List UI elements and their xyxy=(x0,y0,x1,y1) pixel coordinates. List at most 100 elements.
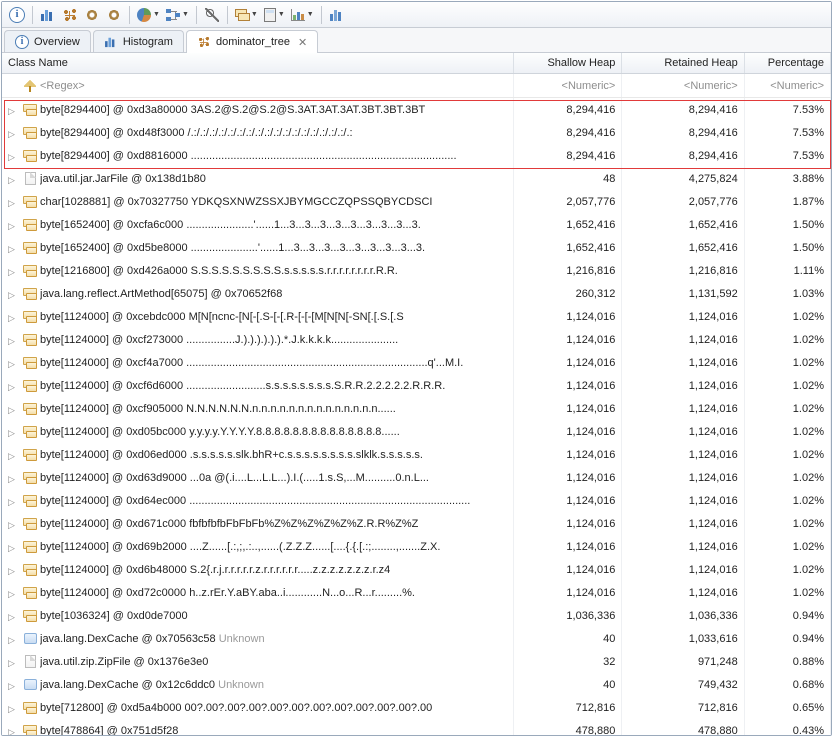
expand-icon[interactable] xyxy=(8,680,18,690)
gear-button[interactable] xyxy=(103,5,125,25)
pie-dropdown[interactable]: ▼ xyxy=(134,5,163,25)
table-row[interactable]: java.lang.DexCache @ 0x12c6ddc0 Unknown4… xyxy=(2,673,831,696)
table-row[interactable]: byte[1124000] @ 0xd72c0000 h..z.rEr.Y.aB… xyxy=(2,581,831,604)
expand-icon[interactable] xyxy=(8,243,18,253)
table-row[interactable]: byte[712800] @ 0xd5a4b000 00?.00?.00?.00… xyxy=(2,696,831,719)
table-row[interactable]: byte[1124000] @ 0xcf905000 N.N.N.N.N.N.n… xyxy=(2,397,831,420)
table-row[interactable]: char[1028881] @ 0x70327750 YDKQSXNWZSSXJ… xyxy=(2,190,831,213)
expand-icon[interactable] xyxy=(8,220,18,230)
table-row[interactable]: byte[8294400] @ 0xd8816000 .............… xyxy=(2,144,831,167)
percentage-cell: 1.02% xyxy=(744,489,830,512)
flow-dropdown[interactable]: ▼ xyxy=(163,5,192,25)
percentage-cell: 1.02% xyxy=(744,397,830,420)
table-row[interactable]: byte[1124000] @ 0xd6b48000 S.2{.r.j.r.r.… xyxy=(2,558,831,581)
expand-icon[interactable] xyxy=(8,358,18,368)
tab-histogram[interactable]: Histogram xyxy=(93,30,184,52)
table-row[interactable]: byte[1124000] @ 0xcebdc000 M[N[ncnc-[N[-… xyxy=(2,305,831,328)
expand-icon[interactable] xyxy=(8,473,18,483)
expand-icon[interactable] xyxy=(8,151,18,161)
table-row[interactable]: byte[8294400] @ 0xd48f3000 /.:/.:/.:/.:/… xyxy=(2,121,831,144)
table-row[interactable]: java.util.jar.JarFile @ 0x138d1b80484,27… xyxy=(2,167,831,190)
table-row[interactable]: byte[1652400] @ 0xd5be8000 .............… xyxy=(2,236,831,259)
expand-icon[interactable] xyxy=(8,565,18,575)
col-class-name[interactable]: Class Name xyxy=(2,53,514,74)
retained-cell: 8,294,416 xyxy=(622,121,744,144)
expand-icon[interactable] xyxy=(8,588,18,598)
expand-icon[interactable] xyxy=(8,105,18,115)
tab-label: dominator_tree xyxy=(216,36,290,48)
dominator-tree-table[interactable]: Class Name Shallow Heap Retained Heap Pe… xyxy=(2,53,831,735)
stack-dropdown[interactable]: ▼ xyxy=(232,5,261,25)
arr-icon xyxy=(22,402,38,416)
tab-label: Histogram xyxy=(123,36,173,48)
table-row[interactable]: byte[1652400] @ 0xcfa6c000 .............… xyxy=(2,213,831,236)
expand-icon[interactable] xyxy=(8,519,18,529)
expand-icon[interactable] xyxy=(8,174,18,184)
table-row[interactable]: byte[1124000] @ 0xd63d9000 ...0a @(.i...… xyxy=(2,466,831,489)
table-row[interactable]: byte[1124000] @ 0xd64ec000 .............… xyxy=(2,489,831,512)
tree-button[interactable] xyxy=(59,5,81,25)
table-row[interactable]: byte[1036324] @ 0xd0de70001,036,3361,036… xyxy=(2,604,831,627)
filter-numeric[interactable]: <Numeric> xyxy=(514,74,622,98)
expand-icon[interactable] xyxy=(8,726,18,736)
expand-icon[interactable] xyxy=(8,450,18,460)
percentage-cell: 1.02% xyxy=(744,512,830,535)
tab-dominator-tree[interactable]: dominator_tree ✕ xyxy=(186,30,318,53)
filter-regex-input[interactable]: <Regex> xyxy=(40,80,85,92)
search-button[interactable] xyxy=(201,5,223,25)
shallow-cell: 1,124,016 xyxy=(514,512,622,535)
table-row[interactable]: byte[1124000] @ 0xd69b2000 ....Z......[.… xyxy=(2,535,831,558)
table-row[interactable]: byte[1124000] @ 0xd671c000 fbfbfbfbFbFbF… xyxy=(2,512,831,535)
expand-icon[interactable] xyxy=(8,404,18,414)
expand-icon[interactable] xyxy=(8,542,18,552)
histogram-button[interactable] xyxy=(37,5,59,25)
table-row[interactable]: byte[1124000] @ 0xcf6d6000 .............… xyxy=(2,374,831,397)
row-name-text: byte[1652400] @ 0xd5be8000 .............… xyxy=(40,242,507,254)
table-row[interactable]: byte[478864] @ 0x751d5f28478,880478,8800… xyxy=(2,719,831,735)
table-row[interactable]: byte[1124000] @ 0xcf4a7000 .............… xyxy=(2,351,831,374)
filter-numeric[interactable]: <Numeric> xyxy=(622,74,744,98)
close-icon[interactable]: ✕ xyxy=(298,36,307,49)
filter-numeric[interactable]: <Numeric> xyxy=(744,74,830,98)
chart-dropdown[interactable]: ▼ xyxy=(288,5,317,25)
col-shallow-heap[interactable]: Shallow Heap xyxy=(514,53,622,74)
expand-icon[interactable] xyxy=(8,335,18,345)
table-row[interactable]: byte[8294400] @ 0xd3a80000 3AS.2@S.2@S.2… xyxy=(2,98,831,122)
info-button[interactable]: i xyxy=(6,5,28,25)
table-row[interactable]: java.lang.reflect.ArtMethod[65075] @ 0x7… xyxy=(2,282,831,305)
class-icon xyxy=(22,678,38,692)
expand-icon[interactable] xyxy=(8,289,18,299)
expand-icon[interactable] xyxy=(8,312,18,322)
compare-button[interactable] xyxy=(326,5,348,25)
table-row[interactable]: java.lang.DexCache @ 0x70563c58 Unknown4… xyxy=(2,627,831,650)
expand-icon[interactable] xyxy=(8,381,18,391)
expand-icon[interactable] xyxy=(8,197,18,207)
expand-icon[interactable] xyxy=(8,703,18,713)
tab-overview[interactable]: i Overview xyxy=(4,30,91,52)
row-name-text: byte[8294400] @ 0xd8816000 .............… xyxy=(40,150,507,162)
col-percentage[interactable]: Percentage xyxy=(744,53,830,74)
col-retained-heap[interactable]: Retained Heap xyxy=(622,53,744,74)
calc-dropdown[interactable]: ▼ xyxy=(261,5,288,25)
table-row[interactable]: byte[1124000] @ 0xd06ed000 .s.s.s.s.s.sl… xyxy=(2,443,831,466)
expand-icon[interactable] xyxy=(8,611,18,621)
expand-icon[interactable] xyxy=(8,266,18,276)
retained-cell: 1,124,016 xyxy=(622,512,744,535)
expand-icon[interactable] xyxy=(8,128,18,138)
row-name-text: java.lang.DexCache @ 0x70563c58 Unknown xyxy=(40,633,507,645)
arr-icon xyxy=(22,333,38,347)
shallow-cell: 712,816 xyxy=(514,696,622,719)
table-row[interactable]: byte[1124000] @ 0xcf273000 .............… xyxy=(2,328,831,351)
thread-button[interactable] xyxy=(81,5,103,25)
table-row[interactable]: java.util.zip.ZipFile @ 0x1376e3e032971,… xyxy=(2,650,831,673)
filter-row[interactable]: <Regex> <Numeric> <Numeric> <Numeric> xyxy=(2,74,831,98)
table-row[interactable]: byte[1216800] @ 0xd426a000 S.S.S.S.S.S.S… xyxy=(2,259,831,282)
expand-icon[interactable] xyxy=(8,427,18,437)
expand-icon[interactable] xyxy=(8,634,18,644)
expand-icon[interactable] xyxy=(8,496,18,506)
table-row[interactable]: byte[1124000] @ 0xd05bc000 y.y.y.y.Y.Y.Y… xyxy=(2,420,831,443)
arr-icon xyxy=(22,356,38,370)
expand-icon[interactable] xyxy=(8,657,18,667)
retained-cell: 1,124,016 xyxy=(622,466,744,489)
shallow-cell: 1,216,816 xyxy=(514,259,622,282)
